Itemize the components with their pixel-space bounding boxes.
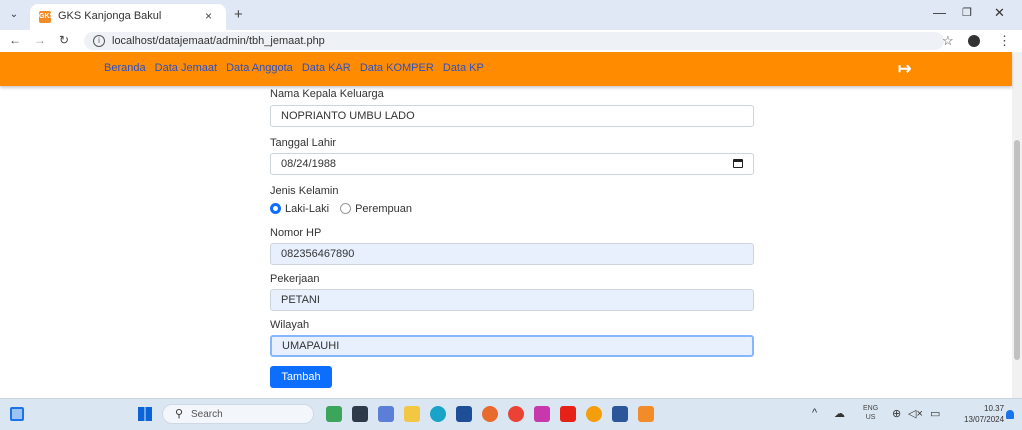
- taskbar-app-chrome-icon[interactable]: [508, 406, 524, 422]
- tanggal-lahir-value: 08/24/1988: [281, 158, 337, 170]
- wilayah-label: Wilayah: [270, 319, 310, 331]
- forward-arrow-icon[interactable]: →: [34, 33, 46, 47]
- language-code: ENG: [863, 405, 879, 412]
- calendar-icon[interactable]: [733, 159, 743, 168]
- browser-tab-strip: ⌄ GKS GKS Kanjonga Bakul × + — ❐ ✕: [0, 0, 1022, 30]
- nomor-hp-input[interactable]: 082356467890: [270, 243, 754, 265]
- tab-title: GKS Kanjonga Bakul: [58, 10, 162, 22]
- nomor-hp-label: Nomor HP: [270, 227, 322, 239]
- start-windows-icon[interactable]: [138, 407, 152, 421]
- window-close-icon[interactable]: ✕: [994, 5, 1005, 21]
- new-tab-button[interactable]: +: [234, 6, 243, 23]
- kepala-keluarga-input[interactable]: NOPRIANTO UMBU LADO: [270, 105, 754, 127]
- window-restore-icon[interactable]: ❐: [962, 6, 972, 19]
- taskbar-app-xampp-icon[interactable]: [638, 406, 654, 422]
- site-info-icon[interactable]: i: [93, 35, 105, 47]
- page-scrollbar-thumb[interactable]: [1014, 140, 1020, 360]
- nav-link-data-jemaat[interactable]: Data Jemaat: [155, 62, 217, 74]
- browser-tab-active[interactable]: GKS GKS Kanjonga Bakul ×: [30, 4, 226, 30]
- tanggal-lahir-label: Tanggal Lahir: [270, 137, 337, 149]
- tray-volume-icon[interactable]: ◁×: [908, 407, 923, 420]
- tray-cloud-icon[interactable]: ☁: [834, 407, 845, 420]
- region-code: US: [865, 414, 876, 421]
- bookmark-star-icon[interactable]: ☆: [942, 33, 954, 49]
- logout-icon[interactable]: ↦: [898, 59, 911, 79]
- back-arrow-icon[interactable]: ←: [9, 33, 21, 47]
- page-viewport: Beranda Data Jemaat Data Anggota Data KA…: [0, 52, 1022, 398]
- url-text: localhost/datajemaat/admin/tbh_jemaat.ph…: [112, 35, 325, 47]
- site-navbar: Beranda Data Jemaat Data Anggota Data KA…: [0, 52, 1012, 86]
- clock-date: 13/07/2024: [964, 415, 1005, 424]
- widgets-icon[interactable]: [10, 407, 24, 421]
- jenis-kelamin-radio-group: Laki-Laki Perempuan: [270, 203, 412, 215]
- search-icon: ⚲: [175, 408, 184, 420]
- radio-perempuan[interactable]: [340, 203, 352, 214]
- nav-link-beranda[interactable]: Beranda: [104, 62, 146, 74]
- radio-laki-laki[interactable]: [270, 203, 281, 214]
- profile-avatar-icon[interactable]: [968, 35, 980, 47]
- tab-close-icon[interactable]: ×: [205, 9, 212, 23]
- tray-battery-icon[interactable]: ▭: [930, 407, 940, 420]
- taskbar-app-task-view-icon[interactable]: [352, 406, 368, 422]
- taskbar-search[interactable]: ⚲ Search: [162, 404, 314, 424]
- reload-icon[interactable]: ↻: [59, 33, 69, 47]
- tanggal-lahir-input[interactable]: 08/24/1988: [270, 153, 754, 175]
- nav-link-data-komper[interactable]: Data KOMPER: [360, 62, 434, 74]
- tab-favicon: GKS: [39, 11, 54, 23]
- tray-network-icon[interactable]: ⊕: [892, 407, 901, 420]
- radio-perempuan-label[interactable]: Perempuan: [355, 203, 412, 215]
- taskbar-app-orange-icon[interactable]: [586, 406, 602, 422]
- tray-chevron-up-icon[interactable]: ^: [812, 407, 817, 419]
- nav-link-data-anggota[interactable]: Data Anggota: [226, 62, 293, 74]
- nav-link-data-kar[interactable]: Data KAR: [302, 62, 351, 74]
- taskbar-app-instagram-icon[interactable]: [534, 406, 550, 422]
- radio-laki-laki-label[interactable]: Laki-Laki: [285, 203, 329, 215]
- taskbar-app-youtube-icon[interactable]: [560, 406, 576, 422]
- wilayah-input[interactable]: UMAPAUHI: [270, 335, 754, 357]
- taskbar-app-teams-icon[interactable]: [378, 406, 394, 422]
- windows-taskbar: ⚲ Search ^ ☁ ENG US ⊕ ◁× ▭ 10.37 13/07/2…: [0, 398, 1022, 430]
- taskbar-app-word-icon[interactable]: [612, 406, 628, 422]
- tambah-button[interactable]: Tambah: [270, 366, 332, 388]
- taskbar-app-photos-icon[interactable]: [482, 406, 498, 422]
- jenis-kelamin-label: Jenis Kelamin: [270, 185, 339, 197]
- nav-link-data-kp[interactable]: Data KP: [443, 62, 484, 74]
- taskbar-app-file-explorer-icon[interactable]: [404, 406, 420, 422]
- pekerjaan-input[interactable]: PETANI: [270, 289, 754, 311]
- window-minimize-icon[interactable]: —: [933, 5, 946, 20]
- clock-time: 10.37: [984, 404, 1005, 413]
- kepala-keluarga-label: Nama Kepala Keluarga: [270, 88, 384, 100]
- taskbar-app-edge-icon[interactable]: [430, 406, 446, 422]
- browser-toolbar: ← → ↻ i localhost/datajemaat/admin/tbh_j…: [0, 30, 1022, 52]
- taskbar-app-store-icon[interactable]: [456, 406, 472, 422]
- taskbar-search-placeholder: Search: [191, 409, 223, 420]
- pekerjaan-label: Pekerjaan: [270, 273, 320, 285]
- tab-search-dropdown-icon[interactable]: ⌄: [6, 8, 22, 22]
- address-bar[interactable]: i localhost/datajemaat/admin/tbh_jemaat.…: [84, 32, 944, 50]
- taskbar-clock[interactable]: 10.37 13/07/2024: [964, 403, 1004, 425]
- nav-links: Beranda Data Jemaat Data Anggota Data KA…: [104, 62, 490, 74]
- browser-menu-icon[interactable]: ⋮: [998, 33, 1011, 49]
- language-indicator[interactable]: ENG US: [863, 404, 878, 422]
- notification-bell-icon[interactable]: [1006, 410, 1014, 419]
- taskbar-app-copilot-icon[interactable]: [326, 406, 342, 422]
